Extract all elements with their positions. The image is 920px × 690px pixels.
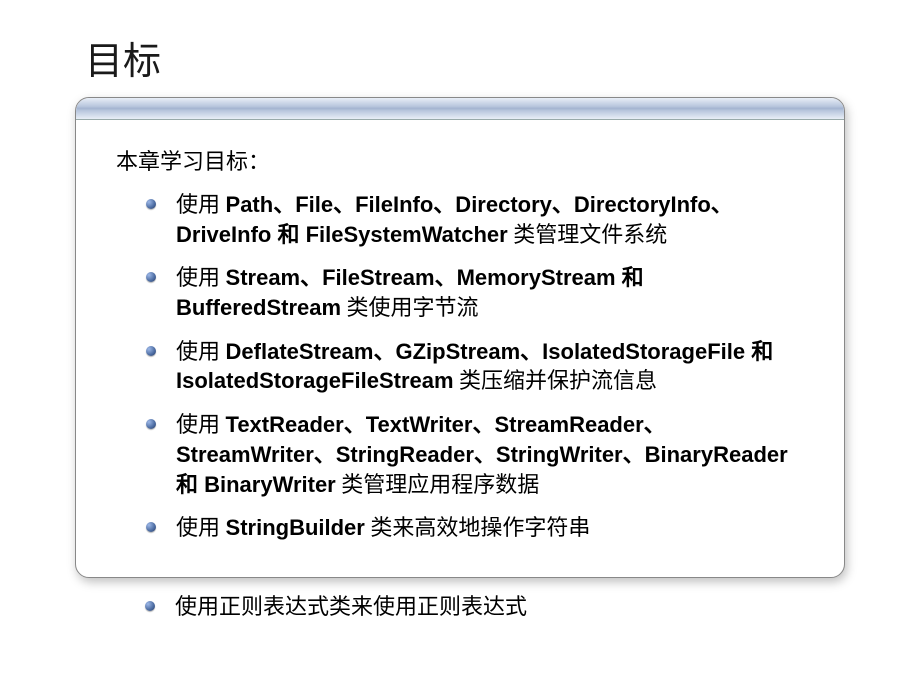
list-item: 使用 Path、File、FileInfo、Directory、Director… [146, 190, 814, 249]
item-post: 类管理应用程序数据 [336, 472, 540, 497]
item-post: 类管理文件系统 [508, 222, 668, 247]
outside-list-item: 使用正则表达式类来使用正则表达式 [145, 592, 920, 622]
item-pre: 使用 [176, 515, 226, 540]
list-item: 使用 TextReader、TextWriter、StreamReader、St… [146, 410, 814, 499]
panel-body: 本章学习目标： 使用 Path、File、FileInfo、Directory、… [76, 120, 844, 577]
item-post: 类压缩并保护流信息 [454, 368, 658, 393]
item-pre: 使用 [176, 339, 226, 364]
list-item: 使用 DeflateStream、GZipStream、IsolatedStor… [146, 337, 814, 396]
panel-header-bar [76, 98, 844, 120]
item-pre: 使用 [176, 265, 226, 290]
intro-text: 本章学习目标： [116, 144, 814, 176]
item-post: 类来高效地操作字符串 [365, 515, 591, 540]
list-item: 使用 StringBuilder 类来高效地操作字符串 [146, 513, 814, 543]
content-panel: 本章学习目标： 使用 Path、File、FileInfo、Directory、… [75, 97, 845, 578]
slide-title: 目标 [85, 30, 920, 85]
item-post: 类使用字节流 [341, 295, 479, 320]
item-bold: StringBuilder [226, 515, 365, 540]
list-item: 使用 Stream、FileStream、MemoryStream 和 Buff… [146, 263, 814, 322]
item-pre: 使用 [176, 412, 226, 437]
outside-item-text: 使用正则表达式类来使用正则表达式 [175, 594, 527, 619]
slide: 目标 本章学习目标： 使用 Path、File、FileInfo、Directo… [0, 0, 920, 690]
objectives-list: 使用 Path、File、FileInfo、Directory、Director… [146, 190, 814, 543]
item-pre: 使用 [176, 192, 226, 217]
